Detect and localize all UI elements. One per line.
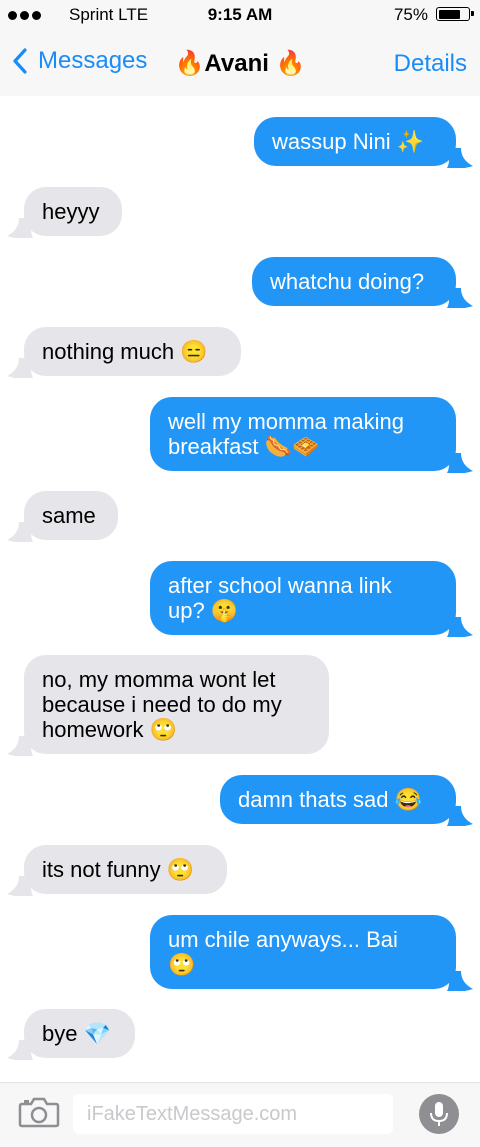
battery-icon [436,7,474,21]
bubble-tail [447,453,473,473]
sent-message[interactable]: damn thats sad 😂 [220,775,473,826]
message-text: same [42,503,96,528]
received-message[interactable]: bye 💎 [7,1009,135,1060]
sent-message[interactable]: well my momma making breakfast 🌭🧇 [150,397,473,473]
message-text: its not funny 🙄 [42,857,195,882]
message-text: after school wanna link up? 🤫 [168,573,392,623]
sent-message[interactable]: wassup Nini ✨ [254,117,473,168]
received-message[interactable]: same [7,491,118,542]
sent-message[interactable]: um chile anyways... Bai 🙄 [150,915,473,991]
received-message[interactable]: no, my momma wont let because i need to … [7,655,329,756]
bubble-tail [447,971,473,991]
message-text: um chile anyways... Bai 🙄 [168,927,398,977]
message-text: well my momma making breakfast 🌭🧇 [168,409,404,459]
sent-message[interactable]: whatchu doing? [252,257,473,308]
bubble-tail [447,288,473,308]
battery-percent: 75% [393,5,428,24]
bubble-tail [7,876,33,896]
message-text: bye 💎 [42,1021,111,1046]
status-bar: Sprint LTE 9:15 AM 75% [0,0,480,30]
nav-bar: Messages 🔥Avani 🔥 Details [0,30,480,96]
message-input[interactable]: iFakeTextMessage.com [73,1094,393,1134]
received-message[interactable]: nothing much 😑 [7,327,241,378]
message-text: heyyy [42,199,100,224]
sent-message[interactable]: after school wanna link up? 🤫 [150,561,473,637]
back-button[interactable]: Messages [12,47,147,75]
back-label: Messages [38,47,148,74]
received-message[interactable]: its not funny 🙄 [7,845,227,896]
details-button[interactable]: Details [394,50,467,78]
bubble-tail [7,736,33,756]
message-text: wassup Nini ✨ [272,129,425,154]
microphone-button[interactable] [419,1094,459,1134]
input-bar: iFakeTextMessage.com [0,1082,480,1147]
camera-icon[interactable] [18,1096,60,1128]
battery-fill [438,9,461,19]
bubble-tail [7,218,33,238]
message-text: nothing much 😑 [42,339,208,364]
bubble-tail [7,1040,33,1060]
contact-name[interactable]: 🔥Avani 🔥 [175,50,306,77]
microphone-icon [430,1102,448,1126]
message-text: damn thats sad 😂 [238,787,422,812]
bubble-tail [7,522,33,542]
message-text: no, my momma wont let because i need to … [42,667,282,742]
bubble-tail [7,358,33,378]
bubble-tail [447,148,473,168]
received-message[interactable]: heyyy [7,187,122,238]
message-text: whatchu doing? [270,269,425,294]
bubble-tail [447,806,473,826]
chevron-left-icon [13,48,27,74]
bubble-tail [447,617,473,637]
